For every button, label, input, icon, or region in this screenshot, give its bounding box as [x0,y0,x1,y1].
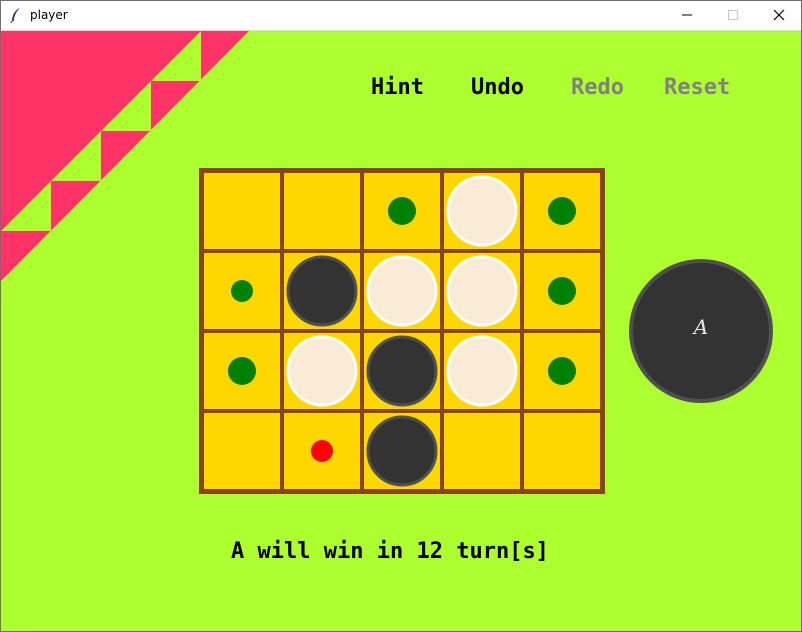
valid-move-marker[interactable] [548,197,576,225]
black-piece [366,415,438,487]
valid-move-marker[interactable] [548,357,576,385]
game-board[interactable] [199,168,605,494]
black-piece [286,255,358,327]
game-canvas: Hint Undo Redo Reset A A will win in 12 … [1,31,801,631]
maximize-icon [728,10,738,20]
minimize-icon [682,14,692,16]
hint-marker[interactable] [311,440,333,462]
board-cell[interactable] [444,413,520,489]
valid-move-marker[interactable] [231,280,253,302]
black-piece [366,335,438,407]
close-button[interactable] [756,0,802,30]
white-piece [286,335,358,407]
current-player-label: A [693,315,709,339]
reset-button[interactable]: Reset [664,75,730,100]
title-bar: player [0,0,802,31]
valid-move-marker[interactable] [548,277,576,305]
board-cell[interactable] [284,173,360,249]
maximize-button[interactable] [710,0,756,30]
redo-button[interactable]: Redo [571,75,624,100]
board-cell[interactable] [204,173,280,249]
minimize-button[interactable] [664,0,710,30]
white-piece [366,255,438,327]
window-title: player [30,8,68,22]
close-icon [773,9,785,21]
valid-move-marker[interactable] [228,357,256,385]
status-message: A will win in 12 turn[s] [231,539,549,564]
white-piece [446,255,518,327]
board-cell[interactable] [204,413,280,489]
valid-move-marker[interactable] [388,197,416,225]
undo-button[interactable]: Undo [471,75,524,100]
white-piece [446,175,518,247]
hint-button[interactable]: Hint [371,75,424,100]
board-cell[interactable] [524,413,600,489]
feather-icon [10,8,20,23]
white-piece [446,335,518,407]
